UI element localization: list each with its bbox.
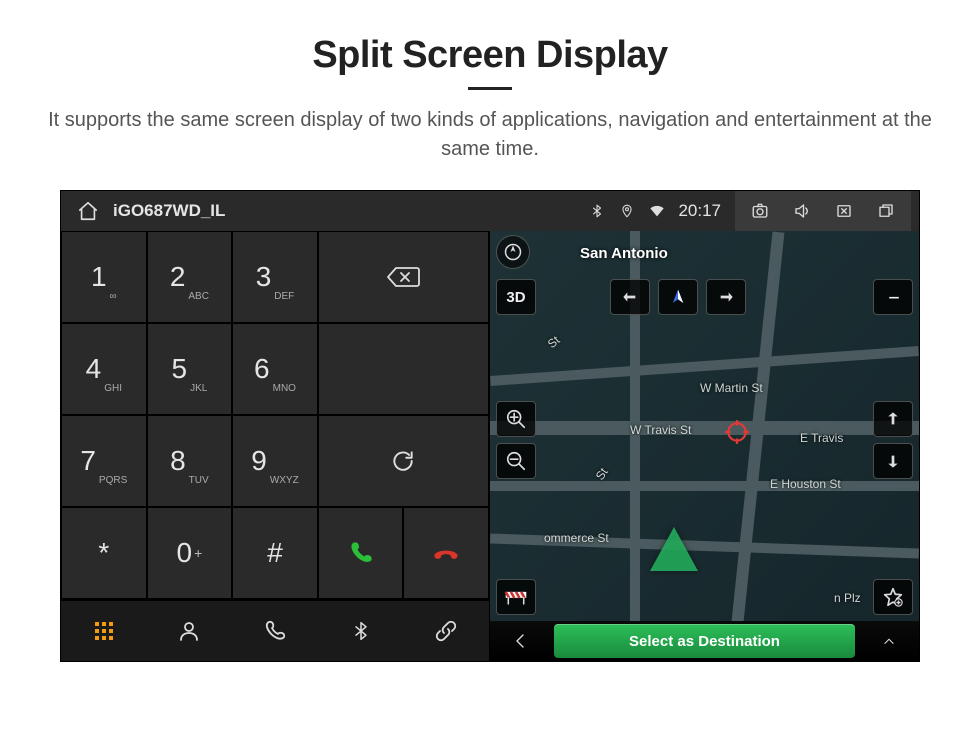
- tab-bluetooth[interactable]: [318, 601, 404, 661]
- status-time: 20:17: [678, 201, 721, 221]
- tab-dialpad[interactable]: [61, 601, 147, 661]
- street-label: n Plz: [834, 591, 861, 605]
- key-hash[interactable]: #: [232, 507, 318, 599]
- arrow-right-icon[interactable]: [706, 279, 746, 315]
- page-subtitle: It supports the same screen display of t…: [30, 106, 950, 164]
- system-bar: [735, 191, 911, 231]
- map-panel[interactable]: San Antonio St W Martin St W Travis St E…: [490, 231, 919, 661]
- city-label: San Antonio: [580, 245, 668, 262]
- map-heading-arrow: [650, 527, 698, 571]
- key-empty-1: [318, 323, 489, 415]
- tab-link[interactable]: [403, 601, 489, 661]
- arrow-up-icon[interactable]: [873, 401, 913, 437]
- title-underline: [468, 87, 512, 90]
- key-1[interactable]: 1∞: [61, 231, 147, 323]
- zoom-out-icon[interactable]: [496, 443, 536, 479]
- dialer-tab-bar: [61, 599, 489, 661]
- status-bar: iGO687WD_IL 20:17: [61, 191, 919, 231]
- map-dashes-button[interactable]: --: [873, 279, 913, 315]
- zoom-in-icon[interactable]: [496, 401, 536, 437]
- map-more-button[interactable]: [859, 621, 919, 661]
- street-label: E Houston St: [770, 477, 841, 491]
- key-call[interactable]: [318, 507, 404, 599]
- device-screenshot: iGO687WD_IL 20:17: [60, 190, 920, 662]
- key-end-call[interactable]: [403, 507, 489, 599]
- volume-icon[interactable]: [781, 191, 823, 231]
- app-title: iGO687WD_IL: [113, 201, 225, 221]
- key-8[interactable]: 8TUV: [147, 415, 233, 507]
- tab-contacts[interactable]: [147, 601, 233, 661]
- compass-icon[interactable]: [496, 235, 530, 269]
- map-bottom-bar: Select as Destination: [490, 621, 919, 661]
- tab-recent-calls[interactable]: [232, 601, 318, 661]
- street-label: W Travis St: [630, 423, 691, 437]
- select-destination-button[interactable]: Select as Destination: [554, 624, 855, 658]
- key-5[interactable]: 5JKL: [147, 323, 233, 415]
- street-label: E Travis: [800, 431, 843, 445]
- star-favorite-icon[interactable]: [873, 579, 913, 615]
- key-backspace[interactable]: [318, 231, 489, 323]
- map-3d-button[interactable]: 3D: [496, 279, 536, 315]
- recent-apps-icon[interactable]: [865, 191, 907, 231]
- home-icon[interactable]: [69, 200, 107, 222]
- key-4[interactable]: 4GHI: [61, 323, 147, 415]
- key-star[interactable]: *: [61, 507, 147, 599]
- key-refresh[interactable]: [318, 415, 489, 507]
- camera-icon[interactable]: [739, 191, 781, 231]
- map-target-icon: [724, 419, 750, 445]
- north-arrow-icon[interactable]: [658, 279, 698, 315]
- arrow-down-icon[interactable]: [873, 443, 913, 479]
- arrow-left-icon[interactable]: [610, 279, 650, 315]
- key-7[interactable]: 7PQRS: [61, 415, 147, 507]
- key-3[interactable]: 3DEF: [232, 231, 318, 323]
- street-label: W Martin St: [700, 381, 763, 395]
- key-6[interactable]: 6MNO: [232, 323, 318, 415]
- close-app-icon[interactable]: [823, 191, 865, 231]
- key-0[interactable]: 0+: [147, 507, 233, 599]
- key-9[interactable]: 9WXYZ: [232, 415, 318, 507]
- street-label: ommerce St: [544, 531, 609, 545]
- map-back-button[interactable]: [490, 621, 550, 661]
- location-pin-icon: [612, 191, 642, 231]
- wifi-icon: [642, 191, 672, 231]
- bluetooth-icon: [582, 191, 612, 231]
- road-barrier-icon[interactable]: [496, 579, 536, 615]
- dial-pad: 1∞ 2ABC 3DEF 4GHI 5JKL 6MNO 7PQRS 8TUV 9…: [61, 231, 489, 599]
- dialer-panel: 1∞ 2ABC 3DEF 4GHI 5JKL 6MNO 7PQRS 8TUV 9…: [61, 231, 490, 661]
- key-2[interactable]: 2ABC: [147, 231, 233, 323]
- page-title: Split Screen Display: [20, 34, 960, 77]
